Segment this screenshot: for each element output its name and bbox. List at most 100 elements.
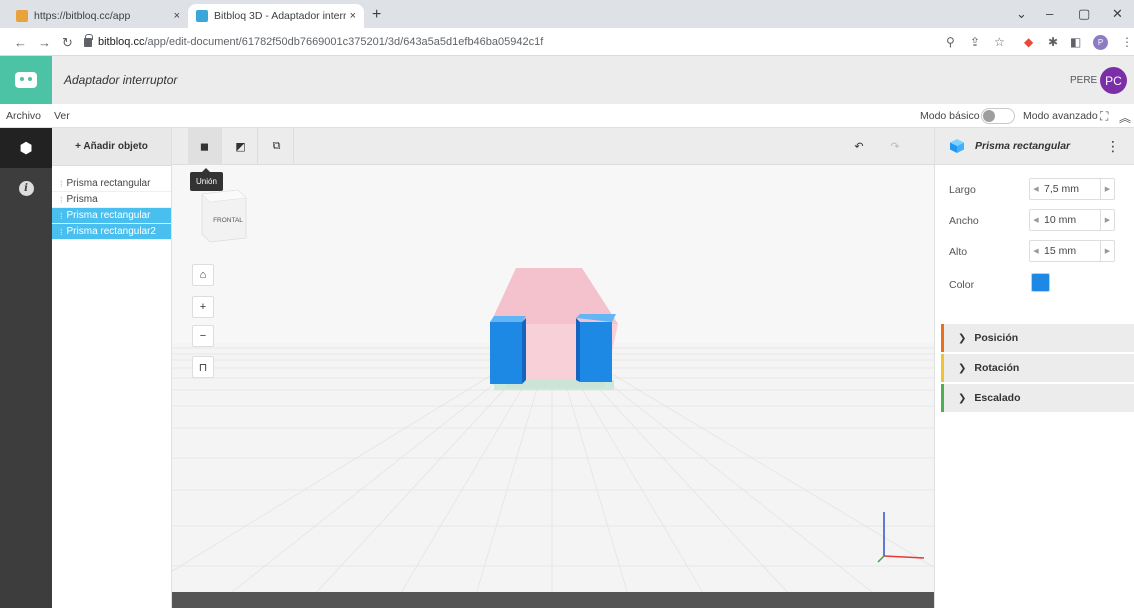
drag-handle-icon[interactable]: ⁞ (60, 195, 63, 205)
object-label: Prisma rectangular (66, 210, 151, 221)
app-header: Adaptador interruptor PERE PC (0, 56, 1134, 104)
alto-value[interactable]: 15 mm (1042, 245, 1100, 257)
robot-logo-icon (15, 72, 37, 88)
ancho-value[interactable]: 10 mm (1042, 214, 1100, 226)
close-tab-icon[interactable]: × (350, 10, 356, 22)
prop-label: Alto (949, 246, 968, 258)
sidebar-item-objects[interactable]: ⬢ (0, 128, 52, 168)
profile-avatar[interactable]: P (1093, 35, 1108, 50)
3d-viewport[interactable]: ◼ ◩ ⧉ ↶ ↷ Unión FRONTAL ⌂ + − ⊓ (172, 128, 934, 608)
tab-title: Bitbloq 3D - Adaptador interrupt (214, 10, 346, 22)
increment-icon[interactable]: ▶ (1100, 241, 1114, 261)
chevron-right-icon: ❯ (958, 362, 967, 374)
section-label: Posición (974, 332, 1019, 344)
zoom-icon[interactable]: ⚲ (946, 35, 955, 49)
list-item[interactable]: ⁞ Prisma rectangular (52, 208, 171, 224)
back-icon[interactable]: ← (14, 35, 27, 50)
browser-tab-strip: https://bitbloq.cc/app × Bitbloq 3D - Ad… (0, 0, 1134, 28)
viewport-bottom-bar (172, 592, 934, 608)
browser-toolbar: ← → ↻ bitbloq.cc/app/edit-document/61782… (0, 28, 1134, 56)
increment-icon[interactable]: ▶ (1100, 179, 1114, 199)
selected-object-name[interactable]: Prisma rectangular (975, 140, 1106, 152)
bitbloq-3d-favicon-icon (196, 10, 208, 22)
decrement-icon[interactable]: ◀ (1030, 185, 1042, 193)
largo-value[interactable]: 7,5 mm (1042, 183, 1100, 195)
color-swatch[interactable] (1031, 273, 1050, 292)
viewport-toolbar: ◼ ◩ ⧉ ↶ ↷ (172, 128, 934, 165)
add-object-button[interactable]: + Añadir objeto (52, 128, 171, 166)
section-label: Escalado (974, 392, 1021, 404)
drag-handle-icon[interactable]: ⁞ (60, 179, 63, 189)
bookmark-star-icon[interactable]: ☆ (994, 35, 1005, 49)
menu-ver[interactable]: Ver (54, 110, 70, 122)
fullscreen-icon[interactable]: ⛶ (1100, 109, 1108, 124)
prop-ancho: Ancho ◀ 10 mm ▶ (935, 209, 1134, 233)
section-escalado[interactable]: ❯ Escalado (941, 384, 1134, 412)
close-tab-icon[interactable]: × (174, 10, 180, 22)
scene-canvas[interactable] (172, 128, 934, 608)
more-options-icon[interactable]: ⋮ (1106, 138, 1120, 155)
minimize-icon[interactable]: – (1046, 6, 1053, 21)
redo-button[interactable]: ↷ (878, 128, 912, 165)
view-cube[interactable]: FRONTAL (200, 188, 248, 244)
browser-tab-editor[interactable]: Bitbloq 3D - Adaptador interrupt × (188, 4, 364, 28)
drag-handle-icon[interactable]: ⁞ (60, 211, 63, 221)
home-icon: ⌂ (199, 269, 207, 281)
share-icon[interactable]: ⇪ (970, 35, 980, 49)
document-title[interactable]: Adaptador interruptor (64, 73, 177, 87)
section-rotacion[interactable]: ❯ Rotación (941, 354, 1134, 382)
redo-icon: ↷ (890, 141, 900, 153)
ancho-stepper[interactable]: ◀ 10 mm ▶ (1029, 209, 1115, 231)
list-item[interactable]: ⁞ Prisma rectangular2 (52, 224, 171, 240)
address-bar[interactable]: bitbloq.cc/app/edit-document/61782f50db7… (84, 32, 1014, 52)
url-host: bitbloq.cc (98, 36, 145, 48)
forward-icon[interactable]: → (38, 35, 51, 50)
increment-icon[interactable]: ▶ (1100, 210, 1114, 230)
undo-button[interactable]: ↶ (842, 128, 876, 165)
list-item[interactable]: ⁞ Prisma (52, 192, 171, 208)
sidebar-item-info[interactable]: i (0, 168, 52, 208)
info-icon: i (18, 180, 34, 196)
side-panel-icon[interactable]: ◧ (1070, 35, 1081, 49)
properties-panel: Prisma rectangular ⋮ Largo ◀ 7,5 mm ▶ An… (934, 128, 1134, 608)
object-label: Prisma rectangular2 (66, 226, 156, 237)
decrement-icon[interactable]: ◀ (1030, 247, 1042, 255)
extensions-puzzle-icon[interactable]: ✱ (1048, 35, 1058, 49)
chevron-right-icon: ❯ (958, 392, 967, 404)
difference-button[interactable]: ◩ (224, 128, 258, 165)
restore-icon[interactable]: ▢ (1078, 6, 1090, 22)
bitbloq-favicon-icon (16, 10, 28, 22)
user-avatar[interactable]: PC (1100, 67, 1127, 94)
browser-tab-app[interactable]: https://bitbloq.cc/app × (8, 4, 188, 28)
new-tab-button[interactable]: + (372, 6, 381, 24)
close-window-icon[interactable]: ✕ (1112, 6, 1123, 22)
intersection-icon: ⧉ (272, 140, 281, 152)
section-posicion[interactable]: ❯ Posición (941, 324, 1134, 352)
menu-archivo[interactable]: Archivo (6, 110, 41, 122)
extension-colorful-icon[interactable]: ◆ (1024, 35, 1033, 49)
alto-stepper[interactable]: ◀ 15 mm ▶ (1029, 240, 1115, 262)
drag-handle-icon[interactable]: ⁞ (60, 227, 63, 237)
perspective-button[interactable]: ⊓ (192, 356, 214, 378)
decrement-icon[interactable]: ◀ (1030, 216, 1042, 224)
left-block-top (490, 316, 526, 322)
perspective-icon: ⊓ (198, 361, 208, 374)
mode-toggle[interactable] (981, 108, 1015, 124)
largo-stepper[interactable]: ◀ 7,5 mm ▶ (1029, 178, 1115, 200)
bitbloq-logo[interactable] (0, 56, 52, 104)
zoom-in-button[interactable]: + (192, 296, 214, 318)
collapse-header-icon[interactable]: ︽ (1119, 109, 1131, 126)
3d-model[interactable] (490, 268, 618, 390)
browser-menu-icon[interactable]: ⋮ (1121, 35, 1133, 49)
intersection-button[interactable]: ⧉ (260, 128, 294, 165)
union-button[interactable]: ◼ (188, 128, 222, 165)
tab-search-icon[interactable]: ⌄ (1016, 6, 1027, 22)
list-item[interactable]: ⁞ Prisma rectangular (52, 176, 171, 192)
reload-icon[interactable]: ↻ (62, 35, 73, 51)
toggle-knob (983, 110, 995, 122)
left-block-front (490, 322, 522, 384)
zoom-out-button[interactable]: − (192, 325, 214, 347)
undo-icon: ↶ (854, 141, 864, 153)
home-view-button[interactable]: ⌂ (192, 264, 214, 286)
object-label: Prisma rectangular (66, 178, 151, 189)
